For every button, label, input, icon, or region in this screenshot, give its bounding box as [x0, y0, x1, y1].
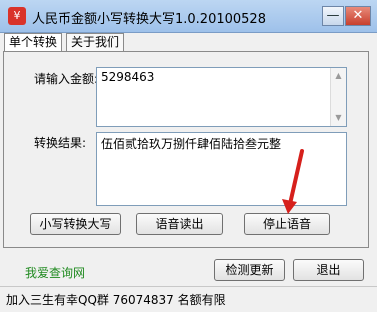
red-arrow-annotation [282, 149, 304, 214]
app-window: ¥ 人民币金额小写转换大写1.0.20100528 — ✕ 单个转换 关于我们 … [0, 0, 377, 312]
